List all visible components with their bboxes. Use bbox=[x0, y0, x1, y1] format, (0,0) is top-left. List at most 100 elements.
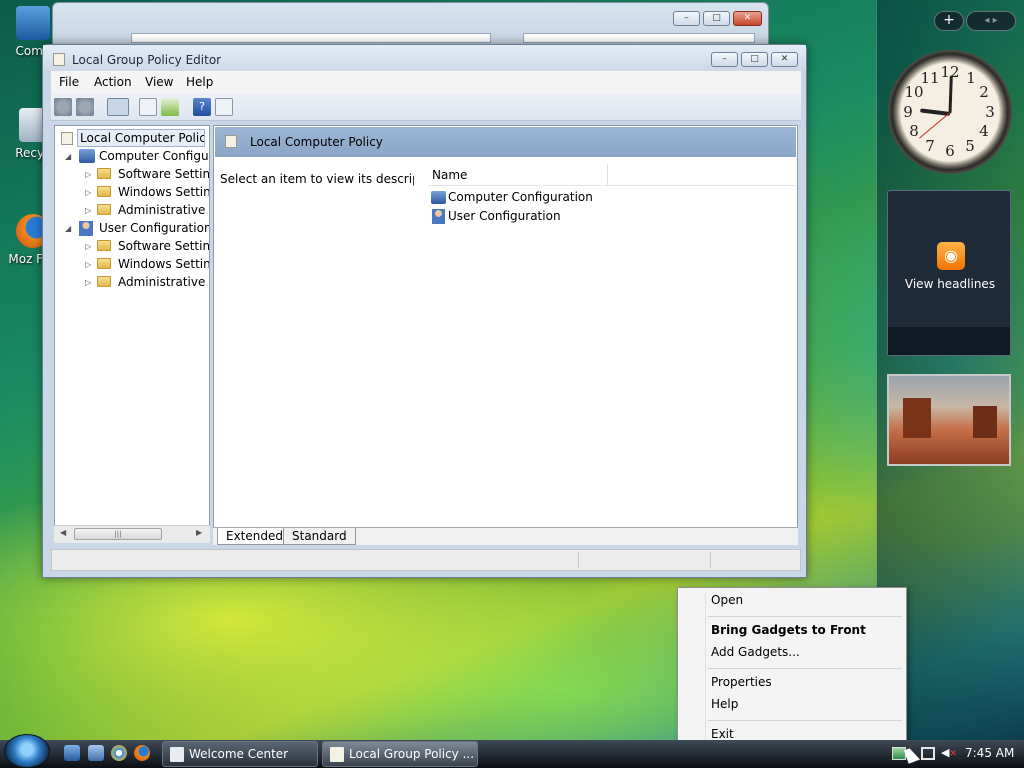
computer-config-icon bbox=[79, 149, 95, 163]
menu-help[interactable]: Help bbox=[186, 75, 213, 89]
tree-node-administrative-templates[interactable]: Administrative Templates bbox=[118, 203, 209, 217]
description-area: Select an item to view its description. bbox=[215, 157, 446, 513]
tree-node-local-computer-policy[interactable]: Local Computer Policy bbox=[77, 129, 205, 147]
back-icon[interactable] bbox=[54, 98, 72, 116]
tree-node-software-settings[interactable]: Software Settings bbox=[118, 239, 209, 253]
firefox-icon[interactable] bbox=[134, 745, 150, 761]
volume-muted-icon[interactable]: ◀✕ bbox=[941, 746, 957, 760]
sidebar-tray-icon[interactable] bbox=[892, 747, 906, 760]
title-bar[interactable]: Local Group Policy Editor – □ ✕ bbox=[43, 45, 806, 71]
clock-number: 6 bbox=[945, 142, 955, 160]
address-bar[interactable] bbox=[131, 33, 491, 43]
taskbar-button-group-policy[interactable]: Local Group Policy ... bbox=[322, 741, 478, 767]
clock-hour-hand bbox=[948, 75, 953, 114]
computer-config-icon bbox=[431, 191, 446, 204]
expand-arrow-icon[interactable]: ▷ bbox=[85, 188, 91, 197]
tree-node-windows-settings[interactable]: Windows Settings bbox=[118, 257, 209, 271]
feed-headlines-gadget[interactable]: ◉ View headlines bbox=[887, 190, 1011, 356]
status-divider bbox=[578, 552, 579, 568]
tree-node-administrative-templates[interactable]: Administrative Templates bbox=[118, 275, 209, 289]
menu-item-bring-gadgets-to-front[interactable]: Bring Gadgets to Front bbox=[711, 623, 866, 637]
butte-shape bbox=[973, 406, 997, 438]
feed-caption: View headlines bbox=[904, 277, 996, 291]
close-button[interactable]: ✕ bbox=[733, 11, 762, 26]
folder-icon bbox=[97, 240, 111, 251]
rss-icon: ◉ bbox=[937, 242, 965, 270]
menu-item-properties[interactable]: Properties bbox=[711, 675, 772, 689]
start-button[interactable] bbox=[4, 734, 50, 768]
menu-bar: File Action View Help bbox=[51, 71, 801, 93]
menu-item-help[interactable]: Help bbox=[711, 697, 738, 711]
tab-extended[interactable]: Extended bbox=[217, 528, 292, 545]
expand-arrow-icon[interactable]: ▷ bbox=[85, 206, 91, 215]
scroll-thumb[interactable]: ||| bbox=[74, 528, 162, 540]
expand-arrow-icon[interactable]: ▷ bbox=[85, 242, 91, 251]
switch-windows-icon[interactable] bbox=[88, 745, 104, 761]
taskbar-button-welcome-center[interactable]: Welcome Center bbox=[162, 741, 318, 767]
tray-clock[interactable]: 7:45 AM bbox=[965, 746, 1014, 760]
expand-arrow-icon[interactable]: ▷ bbox=[85, 260, 91, 269]
clock-number: 4 bbox=[979, 122, 989, 140]
menu-item-exit[interactable]: Exit bbox=[711, 727, 734, 741]
scroll-left-arrow-icon[interactable]: ◀ bbox=[60, 528, 66, 537]
clock-number: 8 bbox=[909, 122, 919, 140]
properties-icon[interactable] bbox=[139, 98, 157, 116]
pane-header: Local Computer Policy bbox=[215, 127, 796, 157]
list-item[interactable]: User Configuration bbox=[428, 208, 588, 226]
tree-node-computer-configuration[interactable]: Computer Configuration bbox=[99, 149, 209, 163]
gadget-nav-arrows[interactable]: ◂ ▸ bbox=[966, 11, 1016, 31]
menu-item-open[interactable]: Open bbox=[711, 593, 743, 607]
column-header-label: Name bbox=[432, 168, 468, 182]
clock-number: 11 bbox=[920, 69, 940, 87]
help-icon[interactable]: ? bbox=[193, 98, 211, 116]
show-action-pane-icon[interactable] bbox=[215, 98, 233, 116]
menu-separator bbox=[708, 616, 902, 617]
taskbar-button-label: Welcome Center bbox=[189, 747, 289, 761]
user-config-icon bbox=[79, 221, 93, 236]
internet-explorer-icon[interactable] bbox=[111, 745, 127, 761]
menu-file[interactable]: File bbox=[59, 75, 79, 89]
collapse-arrow-icon[interactable]: ◢ bbox=[65, 152, 71, 161]
expand-arrow-icon[interactable]: ▷ bbox=[85, 170, 91, 179]
folder-icon bbox=[97, 276, 111, 287]
close-button[interactable]: ✕ bbox=[771, 52, 798, 67]
list-item-label: User Configuration bbox=[448, 209, 561, 223]
tree-node-software-settings[interactable]: Software Settings bbox=[118, 167, 209, 181]
folder-icon bbox=[97, 204, 111, 215]
show-desktop-icon[interactable] bbox=[64, 745, 80, 761]
tree-horizontal-scrollbar[interactable]: ◀ ||| ▶ bbox=[54, 525, 210, 543]
forward-icon[interactable] bbox=[76, 98, 94, 116]
minimize-button[interactable]: – bbox=[673, 11, 700, 26]
menu-action[interactable]: Action bbox=[94, 75, 132, 89]
network-icon[interactable] bbox=[921, 747, 935, 760]
column-header-filler bbox=[608, 164, 796, 186]
menu-separator bbox=[708, 668, 902, 669]
list-item[interactable]: Computer Configuration bbox=[428, 189, 593, 207]
search-input[interactable] bbox=[523, 33, 755, 43]
butte-shape bbox=[903, 398, 931, 438]
export-list-icon[interactable] bbox=[161, 98, 179, 116]
clock-number: 7 bbox=[925, 137, 935, 155]
feed-footer bbox=[888, 327, 1010, 355]
maximize-button[interactable]: □ bbox=[741, 52, 768, 67]
group-policy-editor-window[interactable]: Local Group Policy Editor – □ ✕ File Act… bbox=[42, 44, 807, 578]
policy-document-icon bbox=[225, 135, 237, 148]
tree-node-windows-settings[interactable]: Windows Settings bbox=[118, 185, 209, 199]
menu-item-add-gadgets[interactable]: Add Gadgets... bbox=[711, 645, 800, 659]
column-header-name[interactable]: Name bbox=[428, 164, 608, 186]
tree-node-user-configuration[interactable]: User Configuration bbox=[99, 221, 209, 235]
menu-view[interactable]: View bbox=[145, 75, 173, 89]
clock-number: 1 bbox=[966, 69, 976, 87]
clock-gadget[interactable]: 12 1 2 3 4 5 6 7 8 9 10 11 bbox=[888, 50, 1012, 174]
expand-arrow-icon[interactable]: ▷ bbox=[85, 278, 91, 287]
welcome-center-window[interactable]: – □ ✕ bbox=[52, 2, 769, 46]
scroll-right-arrow-icon[interactable]: ▶ bbox=[196, 528, 202, 537]
maximize-button[interactable]: □ bbox=[703, 11, 730, 26]
collapse-arrow-icon[interactable]: ◢ bbox=[65, 224, 71, 233]
slideshow-gadget[interactable] bbox=[887, 374, 1011, 466]
console-tree: Local Computer Policy ◢ Computer Configu… bbox=[54, 125, 210, 543]
tab-standard[interactable]: Standard bbox=[283, 528, 356, 545]
add-gadget-button[interactable]: + bbox=[934, 11, 964, 31]
show-hide-tree-icon[interactable] bbox=[107, 98, 129, 116]
minimize-button[interactable]: – bbox=[711, 52, 738, 67]
